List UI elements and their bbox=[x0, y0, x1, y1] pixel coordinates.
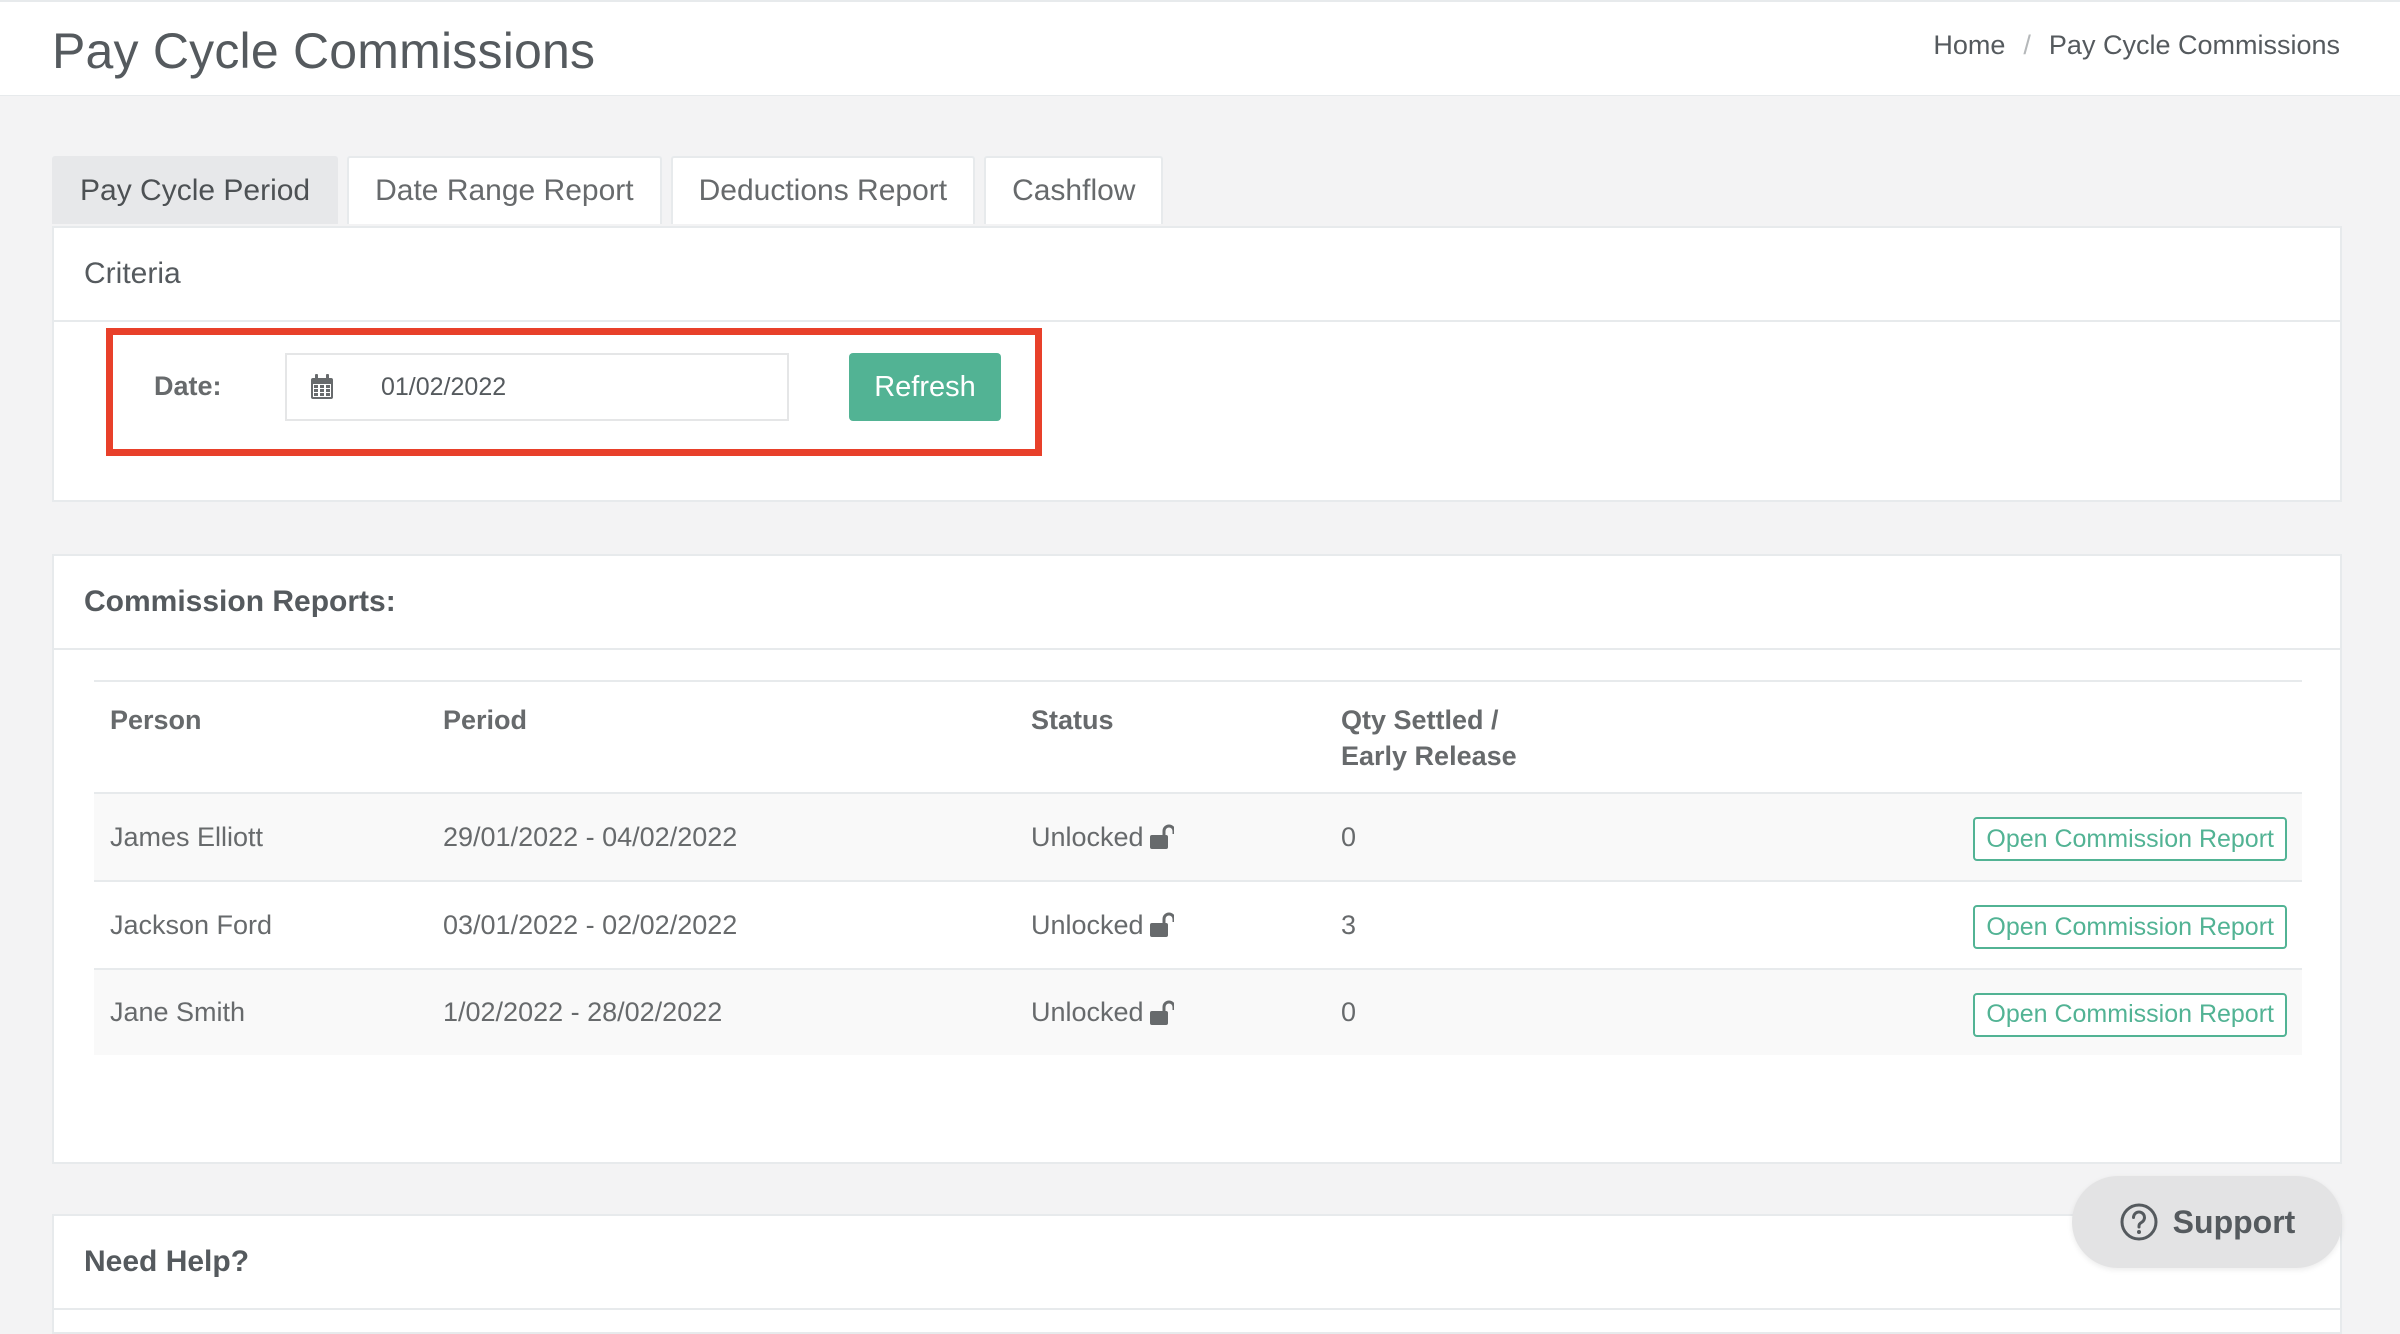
column-header-qty-line2: Early Release bbox=[1341, 741, 1517, 771]
commission-reports-title: Commission Reports: bbox=[54, 556, 2340, 650]
cell-status: Unlocked bbox=[1015, 793, 1325, 882]
open-commission-report-button[interactable]: Open Commission Report bbox=[1973, 992, 2287, 1037]
tab-cashflow[interactable]: Cashflow bbox=[984, 156, 1164, 224]
unlock-icon bbox=[1149, 912, 1174, 937]
date-label: Date: bbox=[154, 371, 222, 401]
calendar-icon bbox=[311, 374, 333, 399]
table-row: James Elliott 29/01/2022 - 04/02/2022 Un… bbox=[94, 793, 2302, 882]
table-header-row: Person Period Status Qty Settled / Early… bbox=[94, 680, 2302, 794]
breadcrumb: Home / Pay Cycle Commissions bbox=[1933, 30, 2340, 61]
cell-qty: 0 bbox=[1325, 793, 1735, 882]
status-text: Unlocked bbox=[1031, 997, 1144, 1027]
support-button[interactable]: Support bbox=[2072, 1176, 2342, 1268]
unlock-icon bbox=[1149, 1000, 1174, 1025]
cell-period: 1/02/2022 - 28/02/2022 bbox=[427, 969, 1015, 1055]
cell-action: Open Commission Report bbox=[1735, 793, 2302, 882]
page-heading: Pay Cycle Commissions Home / Pay Cycle C… bbox=[0, 0, 2400, 96]
cell-person: Jane Smith bbox=[94, 969, 427, 1055]
criteria-panel: Criteria Date: Refresh bbox=[52, 226, 2342, 502]
column-header-qty: Qty Settled / Early Release bbox=[1325, 680, 1735, 794]
column-header-period: Period bbox=[427, 680, 1015, 794]
report-tabs: Pay Cycle Period Date Range Report Deduc… bbox=[52, 156, 1172, 226]
breadcrumb-current: Pay Cycle Commissions bbox=[2048, 30, 2340, 60]
refresh-button[interactable]: Refresh bbox=[849, 353, 1001, 421]
commission-table-wrapper: Person Period Status Qty Settled / Early… bbox=[94, 680, 2302, 1055]
breadcrumb-home-link[interactable]: Home bbox=[1933, 30, 2005, 61]
cell-action: Open Commission Report bbox=[1735, 881, 2302, 970]
cell-status: Unlocked bbox=[1015, 881, 1325, 970]
question-circle-icon bbox=[2120, 1203, 2158, 1241]
table-row: Jackson Ford 03/01/2022 - 02/02/2022 Unl… bbox=[94, 881, 2302, 970]
tab-date-range-report[interactable]: Date Range Report bbox=[347, 156, 662, 224]
column-header-person: Person bbox=[94, 680, 427, 794]
date-input[interactable] bbox=[357, 353, 789, 421]
status-text: Unlocked bbox=[1031, 909, 1144, 940]
commission-table: Person Period Status Qty Settled / Early… bbox=[94, 680, 2302, 1055]
column-header-action bbox=[1735, 680, 2302, 794]
cell-qty: 3 bbox=[1325, 881, 1735, 970]
page-title: Pay Cycle Commissions bbox=[52, 23, 596, 79]
cell-person: Jackson Ford bbox=[94, 881, 427, 970]
table-row: Jane Smith 1/02/2022 - 28/02/2022 Unlock… bbox=[94, 969, 2302, 1055]
column-header-status: Status bbox=[1015, 680, 1325, 794]
cell-status: Unlocked bbox=[1015, 969, 1325, 1055]
column-header-qty-line1: Qty Settled / bbox=[1341, 705, 1499, 735]
calendar-button[interactable] bbox=[285, 353, 359, 421]
need-help-panel: Need Help? bbox=[52, 1214, 2342, 1334]
tab-pay-cycle-period[interactable]: Pay Cycle Period bbox=[52, 156, 339, 224]
tab-deductions-report[interactable]: Deductions Report bbox=[670, 156, 976, 224]
need-help-title: Need Help? bbox=[54, 1216, 2340, 1310]
support-label: Support bbox=[2172, 1203, 2296, 1240]
open-commission-report-button[interactable]: Open Commission Report bbox=[1973, 905, 2287, 949]
criteria-title: Criteria bbox=[54, 228, 2340, 322]
cell-person: James Elliott bbox=[94, 793, 427, 882]
cell-action: Open Commission Report bbox=[1735, 969, 2302, 1055]
breadcrumb-separator: / bbox=[2023, 30, 2031, 60]
unlock-icon bbox=[1149, 824, 1174, 849]
commission-reports-panel: Commission Reports: Person Period Status… bbox=[52, 554, 2342, 1164]
status-text: Unlocked bbox=[1031, 821, 1144, 852]
open-commission-report-button[interactable]: Open Commission Report bbox=[1973, 817, 2287, 861]
cell-qty: 0 bbox=[1325, 969, 1735, 1055]
cell-period: 29/01/2022 - 04/02/2022 bbox=[427, 793, 1015, 882]
cell-period: 03/01/2022 - 02/02/2022 bbox=[427, 881, 1015, 970]
